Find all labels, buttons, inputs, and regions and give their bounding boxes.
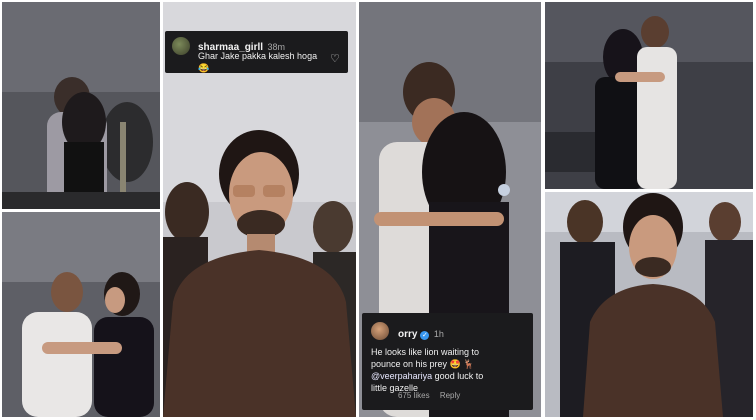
likes-count[interactable]: 675 likes — [398, 391, 430, 400]
photo-couple-kiss-top-right — [545, 2, 753, 189]
comment-text: Ghar Jake pakka kalesh hoga 😂 — [198, 51, 318, 73]
reply-button[interactable]: Reply — [440, 391, 460, 400]
photo-stage-embrace-top-left — [2, 2, 160, 209]
commenter-avatar — [371, 322, 389, 340]
comment-username[interactable]: orry — [398, 329, 417, 340]
photo-couple-hug-bottom-left — [2, 212, 160, 417]
comment-text-line: @veerpahariya good luck to — [371, 370, 529, 382]
photo-man-brown-shirt-crowd — [545, 192, 753, 417]
heart-outline-icon[interactable]: ♡ — [330, 54, 340, 65]
comment-card-sharmaa: sharmaa_girll 38m Ghar Jake pakka kalesh… — [165, 31, 348, 73]
comment-text-line: pounce on his prey 🤩 🦌 — [371, 359, 475, 369]
commenter-avatar — [172, 37, 190, 55]
comment-body: He looks like lion waiting to pounce on … — [371, 346, 529, 394]
mention-link[interactable]: @veerpahariya — [371, 371, 432, 381]
comment-text-line: He looks like lion waiting to — [371, 347, 480, 357]
verified-badge-icon: ✓ — [420, 331, 430, 340]
comment-card-orry: orry ✓ 1h He looks like lion waiting to p… — [362, 313, 533, 410]
comment-time: 1h — [433, 329, 444, 339]
comment-text-fragment: good luck to — [432, 371, 484, 381]
